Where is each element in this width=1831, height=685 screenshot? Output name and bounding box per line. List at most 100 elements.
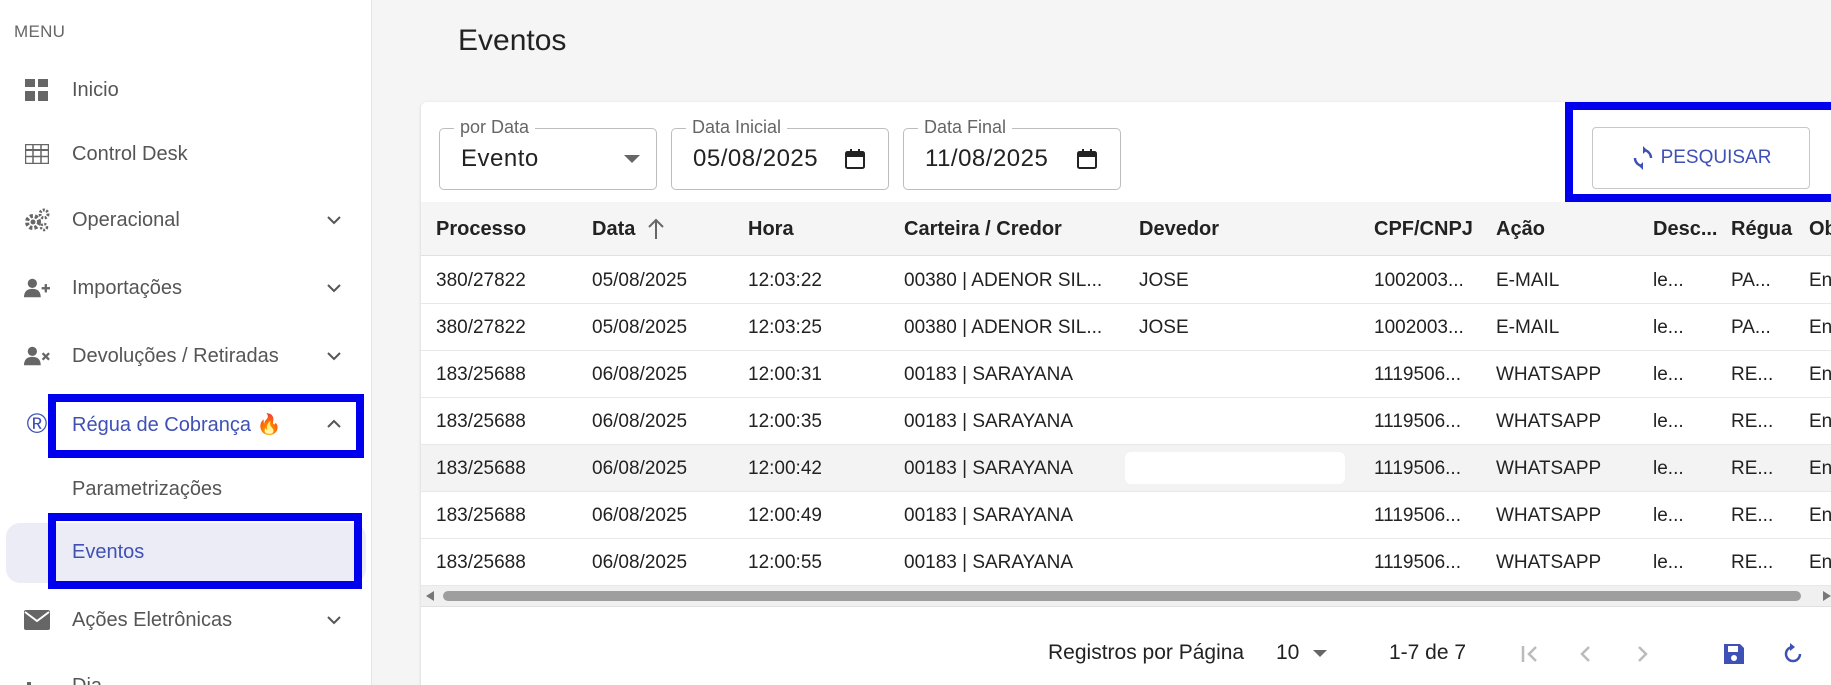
column-header-acao[interactable]: Ação	[1496, 218, 1545, 241]
cell-hora: 12:03:22	[748, 270, 822, 291]
scrollbar-thumb[interactable]	[443, 591, 1801, 601]
cell-cpf-cnpj: 1119506...	[1374, 552, 1461, 573]
sidebar-item-partial[interactable]: Dia...	[0, 658, 372, 685]
table-row[interactable]: 380/27822 05/08/2025 12:03:25 00380 | AD…	[421, 304, 1831, 351]
cell-data: 05/08/2025	[592, 270, 688, 291]
cell-ob: En	[1809, 552, 1831, 573]
column-header-descricao[interactable]: Desc...	[1653, 218, 1717, 241]
cell-carteira: 00183 | SARAYANA	[904, 552, 1073, 573]
table-row[interactable]: 380/27822 05/08/2025 12:03:22 00380 | AD…	[421, 257, 1831, 304]
pagination-footer: Registros por Página 10 1-7 de 7	[421, 606, 1831, 685]
table-icon	[24, 141, 50, 167]
data-final-value: 11/08/2025	[925, 145, 1049, 172]
data-inicial-value: 05/08/2025	[693, 145, 819, 172]
rows-per-page-label: Registros por Página	[1048, 641, 1245, 664]
table-row[interactable]: 183/25688 06/08/2025 12:00:35 00183 | SA…	[421, 398, 1831, 445]
sidebar-item-devolucoes[interactable]: Devoluções / Retiradas	[0, 328, 372, 384]
scroll-right-arrow-icon[interactable]	[1823, 591, 1831, 601]
cell-processo: 380/27822	[436, 317, 526, 338]
rows-per-page-select[interactable]: 10	[1276, 641, 1299, 665]
column-header-carteira[interactable]: Carteira / Credor	[904, 218, 1062, 241]
refresh-icon[interactable]	[1780, 641, 1806, 667]
cell-acao: E-MAIL	[1496, 317, 1560, 338]
dashboard-icon	[24, 77, 50, 103]
cell-carteira: 00183 | SARAYANA	[904, 411, 1073, 432]
sidebar-item-label: Inicio	[72, 78, 119, 101]
por-data-value: Evento	[461, 145, 539, 172]
table-row[interactable]: 183/25688 06/08/2025 12:00:42 00183 | SA…	[421, 445, 1831, 492]
highlight-box-regua	[48, 394, 364, 458]
scroll-left-arrow-icon[interactable]	[426, 591, 434, 601]
cell-hora: 12:00:42	[748, 458, 822, 479]
dropdown-arrow-icon[interactable]	[1311, 647, 1329, 661]
dropdown-arrow-icon	[624, 155, 640, 163]
column-header-processo[interactable]: Processo	[436, 218, 526, 241]
cell-carteira: 00183 | SARAYANA	[904, 458, 1073, 479]
cell-regua: PA...	[1731, 317, 1771, 338]
first-page-icon[interactable]	[1517, 641, 1543, 667]
cell-descricao: le...	[1653, 552, 1684, 573]
user-x-icon	[24, 343, 50, 369]
cell-descricao: le...	[1653, 505, 1684, 526]
cell-data: 06/08/2025	[592, 411, 688, 432]
cell-ob: En	[1809, 458, 1831, 479]
sidebar-item-operacional[interactable]: Operacional	[0, 192, 372, 248]
table-row[interactable]: 183/25688 06/08/2025 12:00:31 00183 | SA…	[421, 351, 1831, 398]
data-final-label: Data Final	[918, 117, 1013, 138]
cell-cpf-cnpj: 1119506...	[1374, 458, 1461, 479]
highlight-box-pesquisar	[1565, 102, 1831, 202]
por-data-select[interactable]: por Data Evento	[439, 117, 657, 190]
table-row[interactable]: 183/25688 06/08/2025 12:00:55 00183 | SA…	[421, 539, 1831, 586]
table-row[interactable]: 183/25688 06/08/2025 12:00:49 00183 | SA…	[421, 492, 1831, 539]
column-header-ob[interactable]: Ob	[1809, 218, 1831, 241]
sidebar-subitem-parametrizacoes[interactable]: Parametrizações	[72, 478, 222, 501]
registered-icon: ®	[26, 408, 48, 439]
redacted-cell	[1125, 452, 1345, 484]
cell-hora: 12:00:49	[748, 505, 822, 526]
sidebar-item-importacoes[interactable]: Importações	[0, 260, 372, 316]
sort-ascending-icon[interactable]	[646, 217, 666, 241]
calendar-icon[interactable]	[1076, 148, 1098, 170]
data-inicial-input[interactable]: Data Inicial 05/08/2025	[671, 117, 889, 190]
sidebar-item-label: Importações	[72, 276, 183, 299]
table-header: Processo Data Hora Carteira / Credor Dev…	[421, 202, 1831, 256]
cell-acao: WHATSAPP	[1496, 505, 1602, 526]
gears-icon	[24, 207, 50, 233]
por-data-label: por Data	[454, 117, 536, 138]
next-page-icon[interactable]	[1629, 641, 1655, 667]
chevron-down-icon	[327, 216, 341, 225]
cell-processo: 183/25688	[436, 552, 526, 573]
sidebar-item-inicio[interactable]: Inicio	[0, 62, 372, 118]
cell-data: 06/08/2025	[592, 458, 688, 479]
cell-data: 06/08/2025	[592, 505, 688, 526]
chevron-down-icon	[327, 352, 341, 361]
cell-descricao: le...	[1653, 411, 1684, 432]
column-header-hora[interactable]: Hora	[748, 218, 794, 241]
cell-ob: En	[1809, 505, 1831, 526]
cell-cpf-cnpj: 1119506...	[1374, 364, 1461, 385]
cell-processo: 380/27822	[436, 270, 526, 291]
cell-carteira: 00183 | SARAYANA	[904, 364, 1073, 385]
cell-carteira: 00380 | ADENOR SIL...	[904, 270, 1103, 291]
previous-page-icon[interactable]	[1573, 641, 1599, 667]
cell-descricao: le...	[1653, 317, 1684, 338]
sidebar-item-acoes-eletronicas[interactable]: Ações Eletrônicas	[0, 592, 372, 648]
column-header-regua[interactable]: Régua	[1731, 218, 1792, 241]
menu-label: MENU	[14, 22, 66, 41]
horizontal-scrollbar[interactable]	[421, 586, 1831, 606]
cell-acao: WHATSAPP	[1496, 411, 1602, 432]
sidebar-item-control-desk[interactable]: Control Desk	[0, 126, 372, 182]
page-title: Eventos	[458, 24, 567, 57]
cell-regua: RE...	[1731, 411, 1774, 432]
calendar-icon[interactable]	[844, 148, 866, 170]
column-header-devedor[interactable]: Devedor	[1139, 218, 1219, 241]
save-icon[interactable]	[1721, 641, 1747, 667]
column-header-cpf-cnpj[interactable]: CPF/CNPJ	[1374, 218, 1473, 241]
data-final-input[interactable]: Data Final 11/08/2025	[903, 117, 1121, 190]
cell-hora: 12:00:31	[748, 364, 822, 385]
cell-data: 06/08/2025	[592, 364, 688, 385]
chevron-down-icon	[327, 616, 341, 625]
column-header-data[interactable]: Data	[592, 218, 635, 241]
cell-acao: WHATSAPP	[1496, 458, 1602, 479]
cell-processo: 183/25688	[436, 505, 526, 526]
